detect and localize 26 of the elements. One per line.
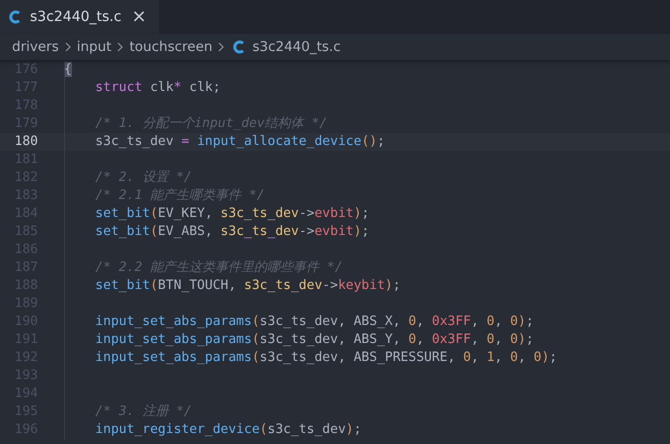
code-line: input_register_device(s3c_ts_dev); xyxy=(94,422,362,437)
code-line: input_set_abs_params(s3c_ts_dev, ABS_X, 0, 0x3FF, 0, 0); xyxy=(94,314,534,329)
chevron-icon xyxy=(64,42,71,52)
file-tab[interactable]: s3c2440_ts.c × xyxy=(0,0,159,34)
code-line: input_set_abs_params(s3c_ts_dev, ABS_PRESSURE, 0, 1, 0, 0); xyxy=(94,350,558,365)
code-line: set_bit(BTN_TOUCH, s3c_ts_dev->keybit); xyxy=(94,278,401,293)
code-line: struct clk* clk; xyxy=(94,80,221,95)
close-button[interactable]: × xyxy=(129,8,149,26)
code-line: set_bit(EV_KEY, s3c_ts_dev->evbit); xyxy=(94,206,370,221)
breadcrumb-item[interactable]: input xyxy=(76,39,112,55)
code-line: /* 2.2 能产生这类事件里的哪些事件 */ xyxy=(94,260,343,275)
c-file-icon xyxy=(232,40,246,54)
line-number: 180 xyxy=(14,133,38,151)
code-line: /* 1. 分配一个input_dev结构体 */ xyxy=(94,116,328,131)
breadcrumb-item[interactable]: s3c2440_ts.c xyxy=(252,39,341,55)
chevron-icon xyxy=(218,42,224,52)
code-line: s3c_ts_dev = input_allocate_device(); xyxy=(94,134,385,149)
code-line: set_bit(EV_ABS, s3c_ts_dev->evbit); xyxy=(94,224,370,239)
code-line: /* 2.1 能产生哪类事件 */ xyxy=(94,188,265,203)
breadcrumb-item[interactable]: touchscreen xyxy=(129,39,212,55)
breadcrumb-item[interactable]: drivers xyxy=(12,39,59,55)
chevron-icon xyxy=(117,42,124,52)
code-line: /* 3. 注册 */ xyxy=(94,404,192,419)
code-line: /* 2. 设置 */ xyxy=(94,170,192,185)
code-line: input_set_abs_params(s3c_ts_dev, ABS_Y, 0, 0x3FF, 0, 0); xyxy=(94,332,534,347)
c-file-icon xyxy=(8,10,22,24)
